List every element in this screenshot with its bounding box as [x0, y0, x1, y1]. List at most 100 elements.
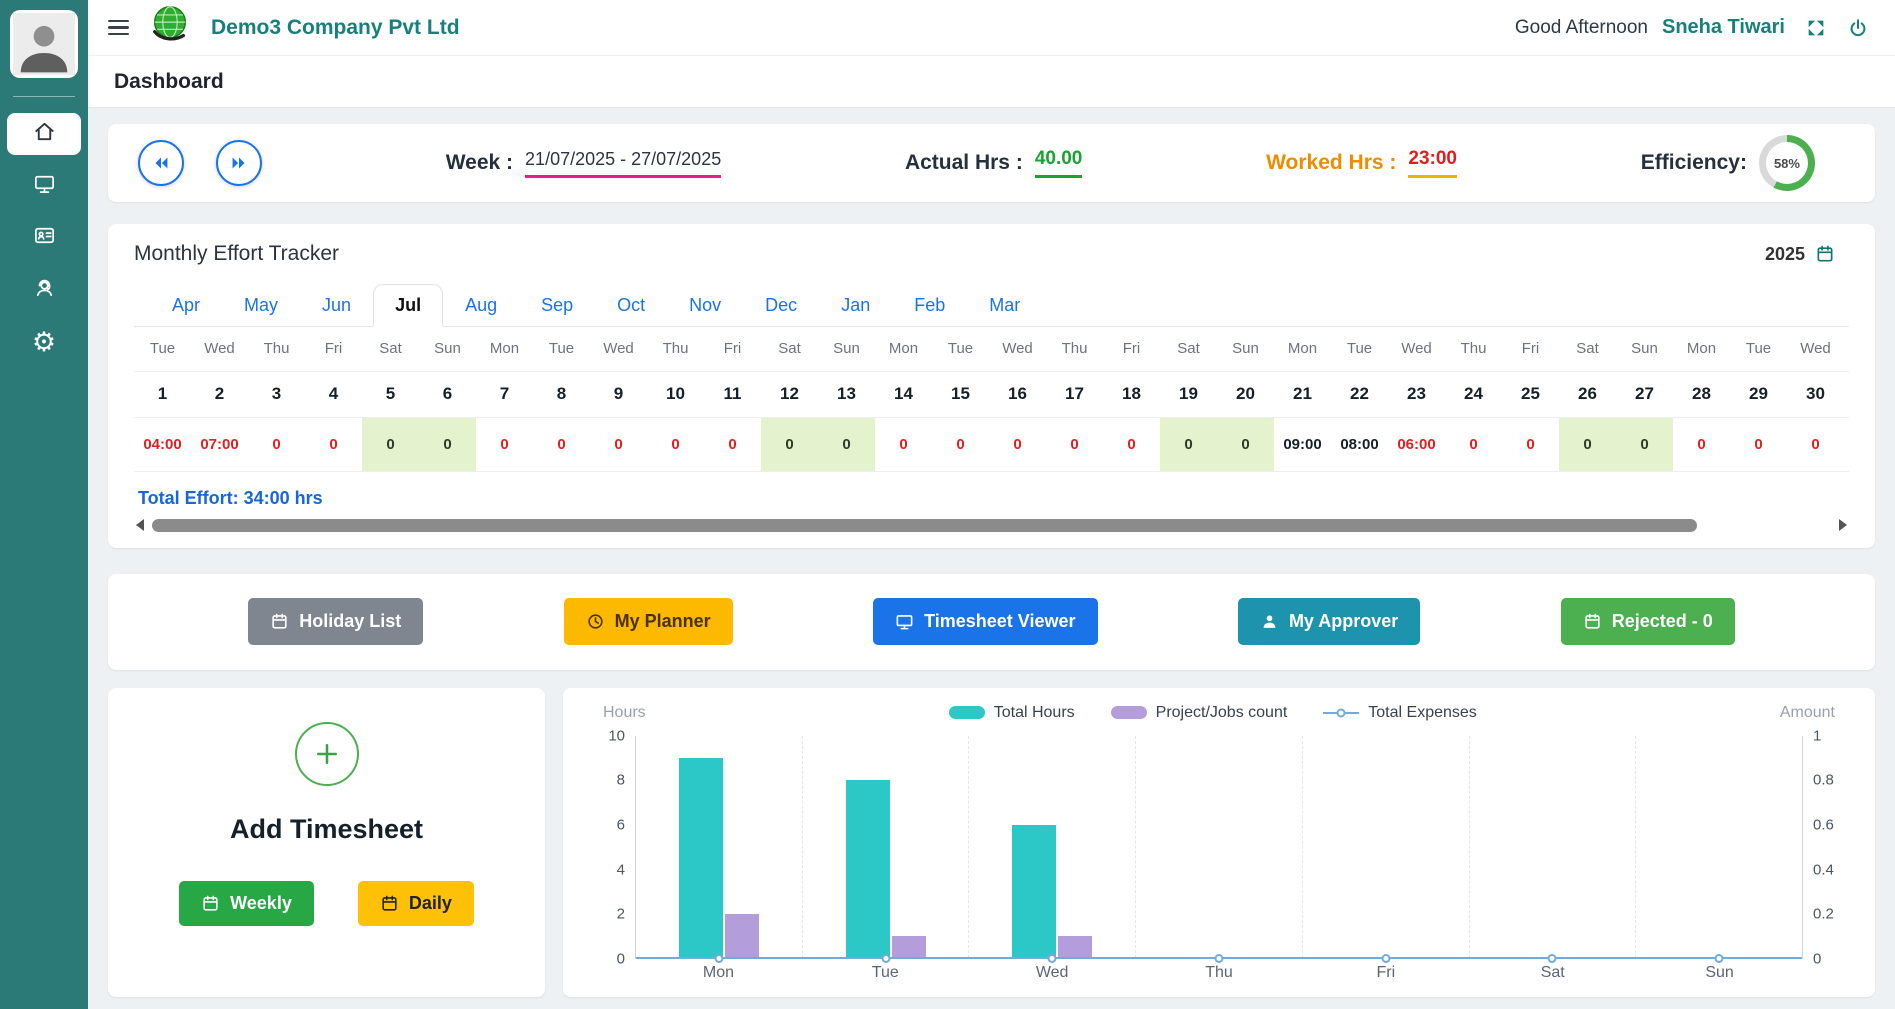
add-timesheet-card: Add Timesheet Weekly Daily [108, 687, 545, 997]
month-tab-sep[interactable]: Sep [519, 284, 595, 327]
total-expenses-marker [1714, 954, 1724, 963]
add-timesheet-plus-button[interactable] [294, 721, 359, 786]
day-name-cell: Thu [647, 327, 704, 372]
effort-value-cell: 0 [875, 417, 932, 472]
month-tab-jun[interactable]: Jun [300, 284, 373, 327]
user-avatar[interactable] [10, 10, 78, 78]
month-tab-mar[interactable]: Mar [967, 284, 1042, 327]
chart-legend: Total Hours Project/Jobs count Total Exp… [646, 704, 1780, 722]
total-expenses-marker [1214, 954, 1224, 963]
my-planner-button[interactable]: My Planner [563, 598, 733, 645]
bar-group-mon [636, 736, 802, 963]
sidebar-item-contacts[interactable] [7, 217, 81, 259]
avatar-image [13, 13, 75, 75]
hamburger-menu[interactable] [104, 16, 133, 40]
holiday-list-button[interactable]: Holiday List [248, 598, 424, 645]
month-tab-nov[interactable]: Nov [667, 284, 743, 327]
horizontal-scrollbar [136, 518, 1847, 532]
bar-group-fri [1301, 735, 1469, 963]
rejected-button[interactable]: Rejected - 0 [1560, 598, 1735, 645]
company-logo [147, 2, 193, 53]
bar-group-tue [801, 735, 969, 963]
legend-project-jobs-label: Project/Jobs count [1155, 703, 1288, 721]
legend-total-hours[interactable]: Total Hours [948, 703, 1075, 722]
month-tab-dec[interactable]: Dec [743, 284, 819, 327]
day-name-cell: Fri [1502, 327, 1559, 372]
sidebar-item-timesheet[interactable] [7, 165, 81, 207]
date-cell: 17 [1046, 371, 1103, 418]
id-card-icon [33, 224, 56, 252]
efficiency-value: 58% [1765, 142, 1808, 184]
effort-table: Tue Wed Thu Fri Sat Sun Mon Tue Wed Thu Fri Sat Sun M… [134, 327, 1849, 472]
month-tab-oct[interactable]: Oct [595, 284, 667, 327]
scroll-left-arrow-icon[interactable] [136, 519, 144, 531]
effort-value-cell: 0 [818, 417, 875, 472]
day-name-cell: Fri [1103, 327, 1160, 372]
total-hours-swatch-icon [948, 706, 985, 719]
legend-total-hours-label: Total Hours [993, 703, 1075, 721]
date-cell: 6 [419, 371, 476, 418]
day-name-cell: Tue [1331, 327, 1388, 372]
axis-tick-label: 10 [608, 727, 625, 744]
date-cell: 22 [1331, 371, 1388, 418]
bottom-row: Add Timesheet Weekly Daily Hours Total H… [108, 687, 1875, 997]
effort-value-cell: 0 [932, 417, 989, 472]
year-picker[interactable]: 2025 [1765, 244, 1849, 265]
calendar-icon [1585, 613, 1600, 629]
double-chevron-right-icon [232, 157, 245, 169]
next-week-button[interactable] [216, 140, 262, 186]
week-label: Week : [445, 151, 514, 174]
y-axis-right-title: Amount [1779, 703, 1835, 721]
total-expenses-marker [881, 954, 891, 963]
month-tab-apr[interactable]: Apr [150, 284, 222, 327]
day-name-cell: Tue [134, 327, 191, 372]
sidebar: ⚙ [0, 0, 88, 1009]
calendar-icon [203, 895, 218, 911]
row-value: 04:00 07:00 0 0 0 0 0 0 0 0 0 0 0 0 0 0 0 0 0 0 09:00 08:00 06… [134, 417, 1849, 472]
my-approver-label: My Approver [1288, 611, 1399, 631]
calendar-icon [272, 613, 287, 629]
sidebar-item-home[interactable] [7, 113, 81, 155]
scrollbar-track[interactable] [152, 518, 1831, 532]
day-name-cell: Wed [590, 327, 647, 372]
project-jobs-bar [724, 913, 759, 958]
day-name-cell: Tue [533, 327, 590, 372]
day-name-cell: Sat [761, 327, 818, 372]
date-cell: 1 [134, 371, 191, 418]
sidebar-item-support[interactable] [7, 269, 81, 311]
sidebar-item-settings[interactable]: ⚙ [7, 321, 81, 363]
month-tab-jan[interactable]: Jan [819, 284, 892, 327]
date-cell: 29 [1730, 371, 1787, 418]
calendar-icon [382, 895, 397, 911]
legend-project-jobs[interactable]: Project/Jobs count [1110, 703, 1288, 722]
day-name-cell: Fri [704, 327, 761, 372]
month-tab-jul[interactable]: Jul [373, 284, 444, 327]
page-title: Dashboard [88, 56, 1895, 108]
previous-week-button[interactable] [138, 140, 184, 186]
scroll-right-arrow-icon[interactable] [1839, 519, 1847, 531]
month-tab-aug[interactable]: Aug [443, 284, 519, 327]
scrollbar-thumb[interactable] [152, 518, 1697, 532]
fullscreen-icon[interactable] [1805, 17, 1827, 39]
x-axis-tick-label: Sat [1540, 964, 1565, 981]
power-icon[interactable] [1847, 17, 1869, 39]
daily-button[interactable]: Daily [357, 880, 474, 926]
day-name-cell: Thu [248, 327, 305, 372]
main-area: Demo3 Company Pvt Ltd Good Afternoon Sne… [88, 0, 1895, 1009]
effort-value-cell: 0 [1217, 417, 1274, 472]
my-approver-button[interactable]: My Approver [1237, 598, 1421, 645]
effort-value-cell: 0 [1730, 417, 1787, 472]
month-tab-feb[interactable]: Feb [892, 284, 967, 327]
date-cell: 30 [1787, 371, 1844, 418]
month-tab-may[interactable]: May [222, 284, 300, 327]
year-value: 2025 [1764, 243, 1805, 264]
date-cell: 19 [1160, 371, 1217, 418]
effort-table-wrap: Tue Wed Thu Fri Sat Sun Mon Tue Wed Thu Fri Sat Sun M… [134, 326, 1849, 472]
day-name-cell: Mon [875, 327, 932, 372]
timesheet-viewer-button[interactable]: Timesheet Viewer [873, 598, 1098, 645]
project-jobs-swatch-icon [1110, 706, 1147, 719]
legend-total-expenses[interactable]: Total Expenses [1323, 704, 1477, 722]
weekly-button[interactable]: Weekly [179, 880, 314, 926]
day-name-cell: Thu [1844, 327, 1849, 372]
date-cell: 7 [476, 371, 533, 418]
